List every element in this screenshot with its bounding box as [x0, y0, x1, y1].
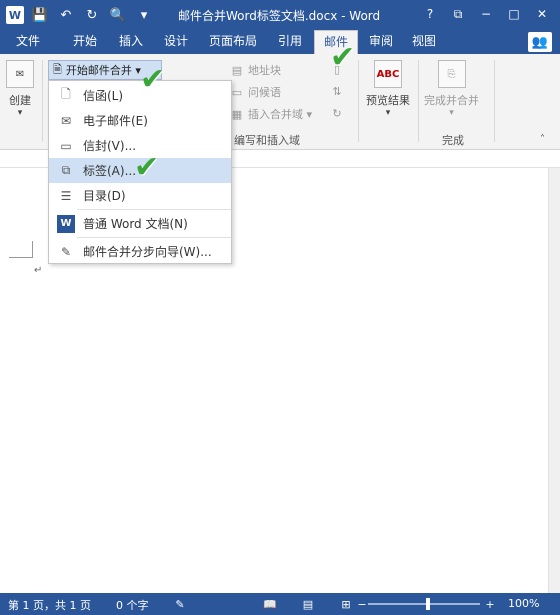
status-bar: 第 1 页，共 1 页 0 个字 ✎ 📖 ▤ ⊞ − + 100%	[0, 593, 560, 615]
preview-results-label: 预览结果	[366, 94, 410, 107]
create-label: 创建	[9, 94, 31, 107]
create-icon: ✉	[6, 60, 34, 88]
greeting-line-label: 问候语	[248, 86, 281, 99]
finish-merge-button[interactable]: ⎘ 完成并合并 ▾	[424, 60, 479, 118]
paragraph-mark: ↵	[34, 265, 43, 276]
mail-merge-icon: 🗎	[53, 62, 62, 76]
minimize-button[interactable]: −	[474, 4, 498, 24]
menu-item-label: 信函(L)	[83, 89, 124, 103]
zoom-level[interactable]: 100%	[508, 597, 539, 610]
tab-design[interactable]: 设计	[154, 30, 198, 54]
vertical-scrollbar[interactable]	[548, 168, 560, 593]
document-title: 邮件合并Word标签文档.docx - Word	[178, 9, 381, 23]
address-block-label: 地址块	[248, 64, 281, 77]
undo-icon[interactable]: ↶	[56, 5, 76, 25]
print-layout-icon[interactable]: ▤	[300, 596, 316, 612]
menu-item-email[interactable]: ✉ 电子邮件(E)	[49, 108, 231, 133]
user-avatar-icon[interactable]: 👥	[528, 32, 552, 52]
finish-merge-label: 完成并合并	[424, 94, 479, 107]
save-icon[interactable]: 💾	[30, 5, 50, 25]
check-mark-icon: ✔	[134, 150, 160, 185]
update-labels-icon[interactable]: ↻	[330, 106, 348, 120]
maximize-button[interactable]: □	[502, 4, 526, 24]
menu-item-label: 目录(D)	[83, 189, 126, 203]
chevron-down-icon: ▾	[385, 108, 391, 118]
tab-review[interactable]: 审阅	[360, 30, 402, 54]
title-bar: W 💾 ↶ ↻ 🔍 ▾ 邮件合并Word标签文档.docx - Word ? ⧉…	[0, 0, 560, 30]
menu-item-label: 标签(A)...	[83, 164, 137, 178]
web-layout-icon[interactable]: ⊞	[338, 596, 354, 612]
insert-merge-field-label: 插入合并域 ▾	[248, 108, 313, 121]
directory-icon: ☰	[60, 188, 72, 203]
tab-view[interactable]: 视图	[404, 30, 444, 54]
collapse-ribbon-icon[interactable]: ˄	[540, 134, 545, 145]
tab-page-layout[interactable]: 页面布局	[200, 30, 266, 54]
menu-separator	[77, 237, 231, 238]
group-separator	[358, 60, 359, 142]
greeting-line-icon: ▭	[231, 85, 243, 99]
proofing-icon[interactable]: ✎	[172, 596, 188, 612]
close-button[interactable]: ✕	[530, 4, 554, 24]
create-button[interactable]: ✉ 创建 ▾	[6, 60, 34, 118]
customize-qat-icon[interactable]: ▾	[134, 5, 154, 25]
ribbon-display-button[interactable]: ⧉	[446, 4, 470, 24]
greeting-line-button[interactable]: ▭ 问候语	[230, 84, 281, 100]
group-separator	[42, 60, 43, 142]
tab-file[interactable]: 文件	[0, 30, 56, 54]
menu-item-directory[interactable]: ☰ 目录(D)	[49, 183, 231, 208]
menu-item-label: 邮件合并分步向导(W)...	[83, 245, 212, 259]
group-separator	[494, 60, 495, 142]
help-button[interactable]: ?	[418, 4, 442, 24]
tab-insert[interactable]: 插入	[110, 30, 152, 54]
match-fields-icon[interactable]: ⇅	[330, 84, 348, 98]
tab-home[interactable]: 开始	[62, 30, 108, 54]
word-app-icon[interactable]: W	[6, 6, 24, 24]
read-mode-icon[interactable]: 📖	[262, 596, 278, 612]
chevron-down-icon: ▾	[449, 108, 454, 118]
email-icon: ✉	[60, 113, 72, 128]
word-count[interactable]: 0 个字	[116, 597, 149, 613]
zoom-slider-thumb[interactable]	[426, 598, 430, 610]
quick-access-toolbar: W 💾 ↶ ↻ 🔍 ▾	[6, 5, 154, 25]
print-preview-icon[interactable]: 🔍	[108, 5, 128, 25]
finish-merge-icon: ⎘	[437, 60, 466, 88]
preview-abc-icon: ABC	[374, 60, 402, 88]
start-mail-merge-label: 开始邮件合并 ▾	[65, 64, 141, 77]
envelope-icon: ▭	[60, 138, 72, 153]
zoom-in-button[interactable]: +	[482, 596, 498, 612]
zoom-slider[interactable]	[368, 603, 480, 605]
check-mark-icon: ✔	[140, 62, 166, 97]
address-block-icon: ▤	[231, 63, 243, 77]
menu-item-label: 普通 Word 文档(N)	[83, 217, 188, 231]
letter-icon: 🗋	[61, 87, 71, 101]
tab-references[interactable]: 引用	[268, 30, 312, 54]
word-doc-icon: W	[57, 214, 75, 233]
insert-merge-field-button[interactable]: ▦ 插入合并域 ▾	[230, 106, 312, 122]
ribbon-tab-bar: 文件 开始 插入 设计 页面布局 引用 邮件 审阅 视图 👥	[0, 30, 560, 54]
menu-separator	[77, 209, 231, 210]
menu-item-normal-word-document[interactable]: W 普通 Word 文档(N)	[49, 211, 231, 236]
finish-group-label: 完成	[442, 134, 464, 147]
insert-merge-field-icon: ▦	[231, 107, 243, 121]
redo-icon[interactable]: ↻	[82, 5, 102, 25]
preview-results-button[interactable]: ABC 预览结果 ▾	[366, 60, 410, 118]
wizard-icon: ✎	[60, 244, 72, 259]
check-mark-icon: ✔	[330, 40, 356, 75]
chevron-down-icon: ▾	[17, 108, 23, 118]
labels-icon: ⧉	[61, 163, 71, 177]
menu-item-label: 信封(V)...	[83, 139, 137, 153]
page-count[interactable]: 第 1 页，共 1 页	[8, 597, 91, 613]
write-insert-group-label: 编写和插入域	[234, 134, 300, 147]
address-block-button[interactable]: ▤ 地址块	[230, 62, 281, 78]
margin-corner-mark	[9, 241, 33, 258]
menu-item-label: 电子邮件(E)	[83, 114, 148, 128]
group-separator	[418, 60, 419, 142]
window-controls: ? ⧉ − □ ✕	[418, 4, 554, 24]
menu-item-mail-merge-wizard[interactable]: ✎ 邮件合并分步向导(W)...	[49, 239, 231, 264]
